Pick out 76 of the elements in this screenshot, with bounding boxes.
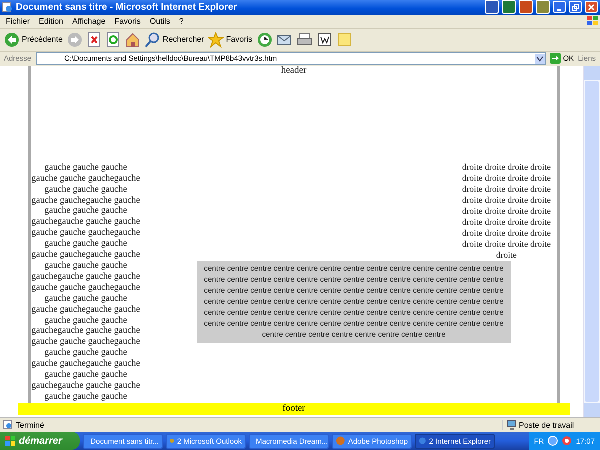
clock-icon — [256, 32, 273, 48]
window-title: Document sans titre - Microsoft Internet Explorer — [16, 2, 238, 13]
document-w-button[interactable] — [316, 32, 333, 48]
start-button[interactable]: démarrer — [0, 432, 80, 450]
left-column-text: gauche gauche gauchegauche — [32, 172, 140, 184]
windows-logo-icon — [4, 435, 16, 448]
status-text: Terminé — [16, 420, 46, 430]
left-column-text: gauche gauche gauche — [44, 184, 128, 195]
printer-button[interactable] — [296, 32, 313, 48]
right-column-text: droite droite droite droite — [462, 162, 551, 173]
zone-text: Poste de travail — [519, 420, 574, 430]
close-icon — [588, 4, 595, 11]
right-column-text: droite — [496, 250, 517, 261]
refresh-icon — [106, 32, 121, 48]
right-column-text: droite droite droite droite — [462, 206, 551, 217]
right-column-text: droite droite droite droite — [462, 194, 551, 206]
left-column-text: gauche gauchegauche gauche — [32, 249, 140, 260]
computer-icon — [507, 420, 517, 430]
close-button[interactable] — [585, 1, 598, 14]
tray-icon — [562, 436, 572, 446]
note-icon — [336, 32, 353, 48]
left-column-text: gauche gauche gauche — [44, 292, 128, 304]
star-button[interactable]: Favoris — [208, 32, 253, 48]
left-column-text: gauchegauche gauche gauche — [32, 325, 140, 336]
menu-item[interactable]: Fichier — [3, 16, 36, 26]
menu-item[interactable]: Favoris — [112, 16, 147, 26]
stop-icon — [86, 32, 102, 48]
home-icon — [124, 32, 141, 48]
windows-logo-icon — [586, 15, 600, 28]
left-column-text: gauche gauche gauche — [44, 205, 128, 216]
document-w-icon — [316, 32, 333, 48]
left-column-text: gauchegauche gauche gauche — [32, 270, 140, 282]
left-column-text: gauche gauche gauche — [44, 162, 128, 173]
arrow-icon — [550, 53, 562, 64]
right-column-text: droite droite droite droite — [462, 238, 551, 250]
left-column-text: gauche gauchegauche gauche — [32, 194, 140, 206]
right-column-text: droite droite droite droite — [462, 184, 551, 195]
left-column-text: gauche gauche gauche — [44, 314, 128, 326]
footer-bar: footer — [18, 403, 570, 416]
home-button[interactable] — [124, 32, 141, 48]
left-column-text: gauche gauche gauche — [44, 369, 128, 380]
right-column-text: droite droite droite droite — [462, 172, 551, 184]
left-column-text: gauche gauchegauche gauche — [32, 358, 140, 370]
refresh-button[interactable] — [106, 32, 121, 48]
menu-item[interactable]: ? — [176, 16, 190, 26]
menu-item[interactable]: Outils — [146, 16, 176, 26]
clock-button[interactable] — [256, 32, 273, 48]
page-icon — [3, 420, 13, 430]
left-column-text: gauchegauche gauche gauche — [32, 216, 140, 228]
search-button[interactable]: Rechercher — [144, 32, 204, 48]
stop-button[interactable] — [86, 32, 102, 48]
restore-button[interactable] — [569, 1, 582, 14]
left-column-text: gauche gauche gauche — [44, 390, 128, 402]
minimize-button[interactable] — [553, 1, 566, 14]
right-column-text: droite droite droite droite — [462, 228, 551, 239]
menu-item[interactable]: Edition — [36, 16, 70, 26]
scrollbar[interactable] — [583, 66, 600, 418]
menu-item[interactable]: Affichage — [69, 16, 112, 26]
header-text: header — [280, 66, 308, 78]
tray-icon — [548, 436, 558, 446]
back-arrow-button[interactable]: Précédente — [4, 32, 63, 48]
left-column-text: gauche gauche gauchegauche — [32, 336, 140, 348]
right-column-text: droite droite droite droite — [462, 216, 551, 228]
left-column-text: gauchegauche gauche gauche — [32, 380, 140, 391]
star-icon — [208, 32, 224, 48]
left-column-text: gauche gauche gauche — [44, 260, 128, 271]
page-icon — [2, 2, 13, 13]
left-column-text: gauche gauche gauchegauche — [32, 282, 140, 293]
left-column-text: gauche gauche gauche — [44, 347, 128, 358]
printer-icon — [296, 32, 313, 48]
search-icon — [144, 32, 161, 48]
left-column-text: gauche gauche gauche — [44, 238, 128, 250]
left-column-text: gauche gauchegauche gauche — [32, 304, 140, 315]
restore-icon — [572, 4, 579, 11]
left-column-text: gauche gauche gauchegauche — [32, 227, 140, 238]
dropdown-arrow-icon — [535, 54, 546, 64]
